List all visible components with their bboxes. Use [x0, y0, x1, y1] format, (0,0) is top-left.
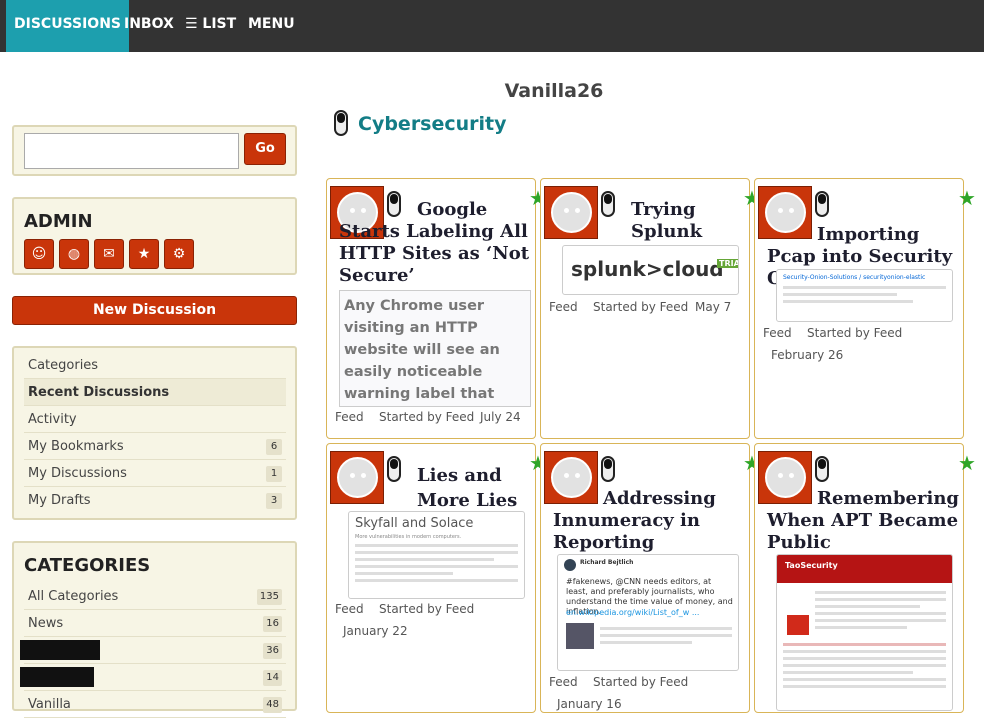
- thumbnail[interactable]: TaoSecurity: [776, 554, 953, 711]
- discussion-title[interactable]: Addressing Innumeracy in Reporting: [553, 488, 749, 554]
- site-title: Vanilla26: [504, 80, 604, 102]
- nav-activity[interactable]: Activity: [24, 406, 286, 433]
- count-badge: 3: [266, 493, 282, 509]
- count-badge: 14: [263, 670, 282, 686]
- avatar[interactable]: [544, 186, 598, 239]
- redaction-block: [20, 667, 94, 687]
- avatar[interactable]: [330, 451, 384, 504]
- new-discussion-button[interactable]: New Discussion: [12, 296, 297, 325]
- nav-panel: Categories Recent Discussions Activity M…: [12, 346, 297, 520]
- feed-label[interactable]: Feed: [549, 675, 578, 689]
- user-icon[interactable]: ☺: [24, 239, 54, 269]
- search-input[interactable]: [24, 133, 239, 169]
- nav-inbox[interactable]: INBOX: [124, 0, 174, 52]
- top-bar: DISCUSSIONS INBOX ☰ LIST MENU: [0, 0, 984, 52]
- count-badge: 135: [256, 589, 282, 605]
- star-icon[interactable]: ★: [958, 188, 978, 208]
- started-by: Started by Feed: [379, 410, 475, 424]
- nav-my-drafts[interactable]: My Drafts 3: [24, 487, 286, 514]
- discussion-card[interactable]: Addressing Innumeracy in Reporting Richa…: [540, 443, 750, 713]
- nav-menu[interactable]: MENU: [248, 0, 295, 52]
- category-all[interactable]: All Categories 135: [24, 583, 286, 610]
- discussion-date: February 26: [771, 348, 844, 362]
- thumbnail[interactable]: splunk>cloud TRIAL: [562, 245, 739, 295]
- nav-categories[interactable]: Categories: [24, 352, 286, 379]
- gear-icon[interactable]: ⚙: [164, 239, 194, 269]
- discussion-date: May 7: [695, 300, 732, 314]
- star-icon[interactable]: ★: [958, 453, 978, 473]
- discussion-title[interactable]: Google Starts Labeling All HTTP Sites as…: [339, 199, 535, 287]
- count-badge: 1: [266, 466, 282, 482]
- nav-list[interactable]: ☰ LIST: [185, 0, 236, 52]
- started-by: Started by Feed: [593, 675, 689, 689]
- started-by: Started by Feed: [807, 326, 903, 340]
- discussion-card[interactable]: Trying Splunk Cloud splunk>cloud TRIAL F…: [540, 178, 750, 439]
- discussion-title[interactable]: Remembering When APT Became Public: [767, 488, 963, 554]
- nav-discussions[interactable]: DISCUSSIONS: [6, 0, 130, 52]
- started-by: Started by Feed: [379, 602, 475, 616]
- discussion-card[interactable]: Lies and More Lies Skyfall and Solace Mo…: [326, 443, 536, 713]
- thumbnail[interactable]: Skyfall and Solace More vulnerabilities …: [348, 511, 525, 599]
- nav-my-discussions[interactable]: My Discussions 1: [24, 460, 286, 487]
- discussion-card[interactable]: Google Starts Labeling All HTTP Sites as…: [326, 178, 536, 439]
- admin-panel: ADMIN ☺ ◍ ✉ ★ ⚙: [12, 197, 297, 275]
- count-badge: 48: [263, 697, 282, 713]
- categories-title: CATEGORIES: [24, 555, 151, 576]
- feed-label[interactable]: Feed: [549, 300, 578, 314]
- toggle-icon[interactable]: [815, 456, 829, 482]
- feed-label[interactable]: Feed: [335, 410, 364, 424]
- go-button[interactable]: Go: [244, 133, 286, 165]
- redaction-block: [20, 640, 100, 660]
- started-by: Started by Feed: [593, 300, 689, 314]
- discussion-date: July 24: [480, 410, 521, 424]
- nav-recent-discussions[interactable]: Recent Discussions: [24, 379, 286, 406]
- category-vanilla[interactable]: Vanilla 48: [24, 691, 286, 718]
- count-badge: 16: [263, 616, 282, 632]
- category-redacted[interactable]: 14: [20, 664, 286, 691]
- category-redacted[interactable]: 36: [20, 637, 286, 664]
- thumbnail[interactable]: Security-Onion-Solutions / securityonion…: [776, 269, 953, 322]
- globe-icon[interactable]: ◍: [59, 239, 89, 269]
- admin-title: ADMIN: [24, 211, 93, 232]
- discussion-excerpt: Any Chrome user visiting an HTTP website…: [339, 290, 531, 407]
- thumbnail[interactable]: Richard Bejtlich #fakenews, @CNN needs e…: [557, 554, 739, 671]
- toggle-icon[interactable]: [601, 456, 615, 482]
- search-panel: Go: [12, 125, 297, 176]
- discussion-title[interactable]: Lies and More Lies: [385, 463, 535, 513]
- discussion-card[interactable]: Remembering When APT Became Public TaoSe…: [754, 443, 964, 713]
- count-badge: 36: [263, 643, 282, 659]
- discussion-date: January 16: [557, 697, 622, 711]
- categories-panel: CATEGORIES All Categories 135 News 16 36 1…: [12, 541, 297, 718]
- discussion-date: January 22: [343, 624, 408, 638]
- discussion-card[interactable]: Importing Pcap into Security Onion Secur…: [754, 178, 964, 439]
- nav-my-bookmarks[interactable]: My Bookmarks 6: [24, 433, 286, 460]
- mail-icon[interactable]: ✉: [94, 239, 124, 269]
- feed-label[interactable]: Feed: [335, 602, 364, 616]
- count-badge: 6: [266, 439, 282, 455]
- toggle-icon[interactable]: [334, 110, 348, 136]
- category-news[interactable]: News 16: [24, 610, 286, 637]
- category-title[interactable]: Cybersecurity: [358, 113, 507, 135]
- feed-label[interactable]: Feed: [763, 326, 792, 340]
- toggle-icon[interactable]: [815, 191, 829, 217]
- star-icon[interactable]: ★: [129, 239, 159, 269]
